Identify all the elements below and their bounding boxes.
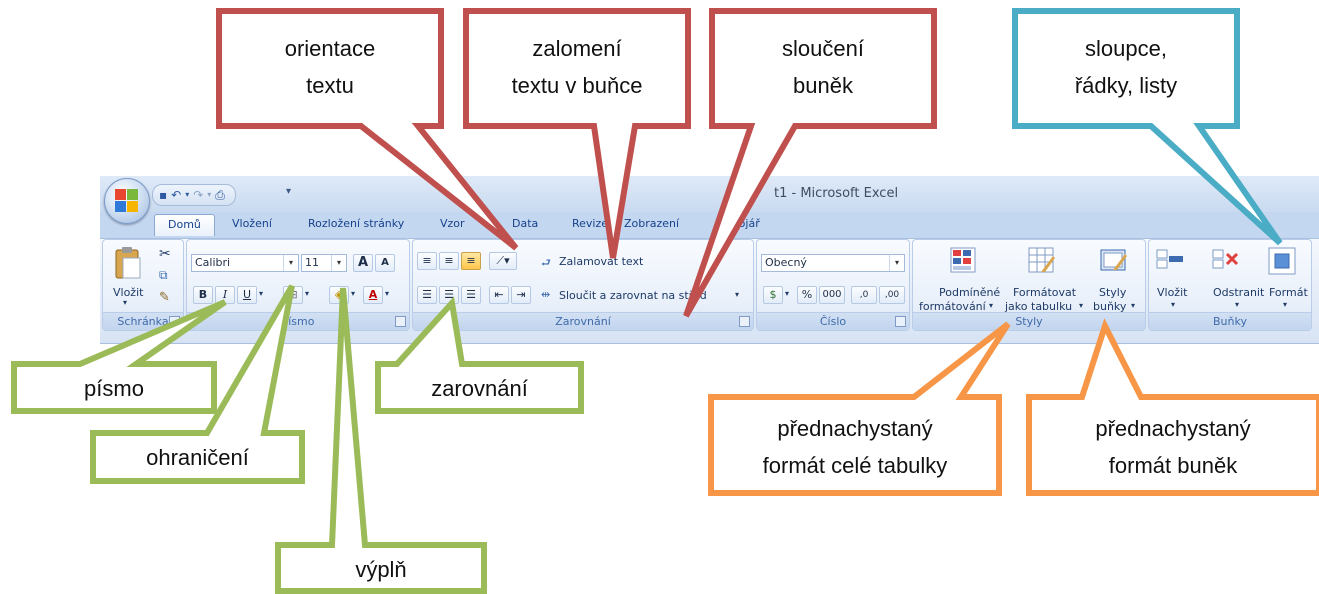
callout-vypln: výplň (355, 557, 407, 582)
callout-sloupce-line1: sloupce, (1085, 36, 1167, 61)
callout-format-bunek-line1: přednachystaný (1095, 416, 1251, 441)
callout-orientace-line2: textu (306, 73, 354, 98)
callout-zalomeni: zalomení textu v buňce (469, 30, 685, 104)
callout-zarovnani: zarovnání (431, 376, 528, 401)
callout-format-tabulky: přednachystaný formát celé tabulky (714, 410, 996, 484)
callout-format-tabulky-line2: formát celé tabulky (762, 453, 948, 478)
callout-zalomeni-line2: textu v buňce (511, 73, 643, 98)
callout-slouceni-line2: buněk (793, 73, 853, 98)
callout-sloupce: sloupce, řádky, listy (1018, 30, 1234, 104)
callout-orientace-line1: orientace (284, 36, 376, 61)
callout-orientace: orientace textu (222, 30, 438, 104)
callout-format-bunek: přednachystaný formát buněk (1032, 410, 1314, 484)
callout-pismo: písmo (84, 376, 144, 401)
callout-ohraniceni: ohraničení (146, 445, 249, 470)
callout-zalomeni-line1: zalomení (532, 36, 622, 61)
callout-slouceni-line1: sloučení (782, 36, 864, 61)
callout-format-bunek-line2: formát buněk (1108, 453, 1238, 478)
callout-slouceni: sloučení buněk (715, 30, 931, 104)
callout-sloupce-line2: řádky, listy (1074, 73, 1178, 98)
callout-format-tabulky-line1: přednachystaný (777, 416, 933, 441)
